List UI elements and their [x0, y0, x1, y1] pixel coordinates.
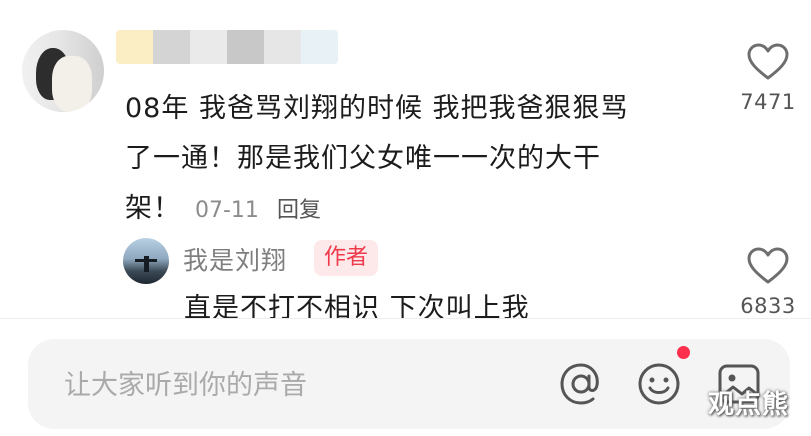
comment-input-bar	[0, 318, 811, 436]
comment-area: 08年 我爸骂刘翔的时候 我把我爸狠狠骂 了一通！那是我们父女唯一一次的大干 架…	[0, 0, 811, 318]
comment-line: 架！ 07-11 回复	[125, 184, 715, 236]
reply-body: 直是不打不相识 下次叫上我	[184, 293, 530, 318]
comment-input[interactable]	[62, 361, 536, 409]
commenter-name-blurred[interactable]	[116, 30, 338, 64]
heart-icon[interactable]	[746, 42, 790, 82]
comment-body: 08年 我爸骂刘翔的时候 我把我爸狠狠骂 了一通！那是我们父女唯一一次的大干 架…	[125, 84, 715, 236]
reply-username[interactable]: 我是刘翔	[183, 241, 287, 277]
comment-input-container	[28, 339, 790, 429]
like-count: 7471	[740, 90, 796, 114]
avatar-face	[52, 56, 92, 112]
like-group: 7471	[733, 42, 803, 114]
reply-like-group: 6833	[733, 246, 803, 318]
comment-date: 07-11	[195, 198, 259, 223]
reply-avatar[interactable]	[123, 238, 169, 284]
emoji-icon[interactable]	[632, 357, 686, 411]
author-badge: 作者	[314, 240, 379, 276]
notification-dot	[677, 346, 690, 359]
comment-line: 了一通！那是我们父女唯一一次的大干	[125, 143, 601, 174]
comment-line-text: 架！	[125, 193, 181, 224]
avatar-figure-arms	[135, 259, 157, 262]
heart-icon[interactable]	[746, 246, 790, 286]
commenter-avatar[interactable]	[22, 30, 104, 112]
at-icon[interactable]	[554, 357, 608, 411]
reply-like-count: 6833	[740, 294, 796, 318]
comment-line: 08年 我爸骂刘翔的时候 我把我爸狠狠骂	[125, 93, 629, 124]
reply-button[interactable]: 回复	[277, 198, 321, 223]
watermark: 观点熊	[708, 390, 790, 420]
